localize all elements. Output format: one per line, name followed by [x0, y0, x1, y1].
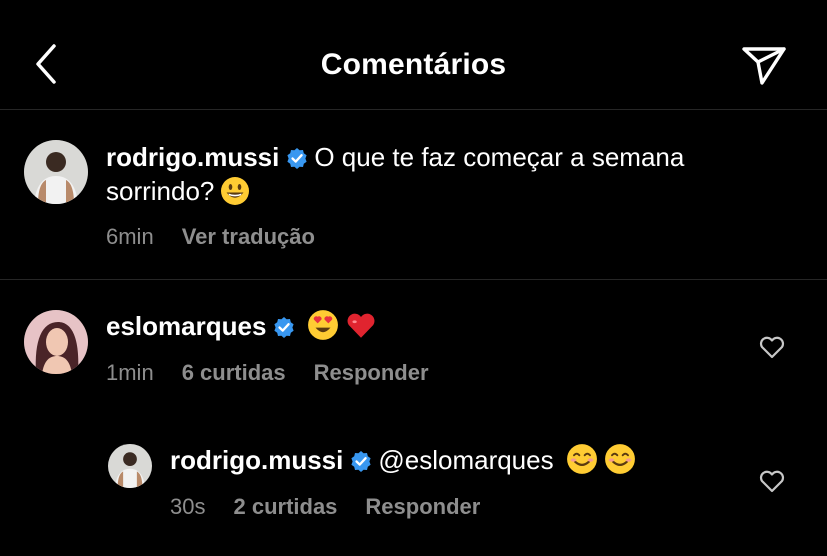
like-comment-button[interactable] [757, 332, 787, 362]
avatar[interactable] [24, 140, 88, 204]
profile-photo-icon [24, 310, 88, 374]
verified-badge-icon [286, 144, 308, 176]
heart-outline-icon [759, 470, 785, 493]
verified-badge-icon [350, 447, 372, 479]
avatar[interactable] [24, 310, 88, 374]
caption-meta: 6min Ver tradução [106, 224, 315, 250]
caption-body-line1: O que te faz começar a semana [314, 142, 685, 172]
comment-timestamp: 1min [106, 360, 154, 385]
comment-username[interactable]: eslomarques [106, 311, 266, 341]
comment-meta: 1min 6 curtidas Responder [106, 360, 429, 386]
reply-likes-count[interactable]: 2 curtidas [233, 494, 337, 519]
reply-button[interactable]: Responder [314, 360, 429, 385]
share-button[interactable] [738, 40, 790, 92]
header-divider [0, 109, 827, 110]
smiling-face-icon [604, 443, 636, 482]
mention-link[interactable]: @eslomarques [378, 445, 553, 475]
caption-timestamp: 6min [106, 224, 154, 249]
comment-likes-count[interactable]: 6 curtidas [182, 360, 286, 385]
comments-header: Comentários [0, 0, 827, 110]
reply-username[interactable]: rodrigo.mussi [170, 445, 343, 475]
reply-meta: 30s 2 curtidas Responder [170, 494, 480, 520]
caption-username[interactable]: rodrigo.mussi [106, 142, 279, 172]
red-heart-icon [345, 309, 377, 348]
verified-badge-icon [273, 313, 295, 345]
caption-text-line2: sorrindo? [106, 175, 250, 213]
reply-text: rodrigo.mussi @eslomarques [170, 443, 636, 482]
heart-outline-icon [759, 336, 785, 359]
send-icon [742, 47, 786, 85]
caption-text: rodrigo.mussi O que te faz começar a sema… [106, 141, 684, 176]
reply-timestamp: 30s [170, 494, 206, 519]
profile-photo-icon [24, 140, 88, 204]
caption-body-line2: sorrindo? [106, 176, 215, 206]
like-reply-button[interactable] [757, 466, 787, 496]
reply-button[interactable]: Responder [365, 494, 480, 519]
see-translation-link[interactable]: Ver tradução [182, 224, 315, 249]
avatar[interactable] [108, 444, 152, 488]
profile-photo-icon [108, 444, 152, 488]
comment-text: eslomarques [106, 309, 377, 348]
grinning-face-icon [220, 176, 250, 213]
caption-divider [0, 279, 827, 280]
page-title: Comentários [320, 48, 507, 81]
heart-eyes-icon [307, 309, 339, 348]
smiling-face-icon [566, 443, 598, 482]
